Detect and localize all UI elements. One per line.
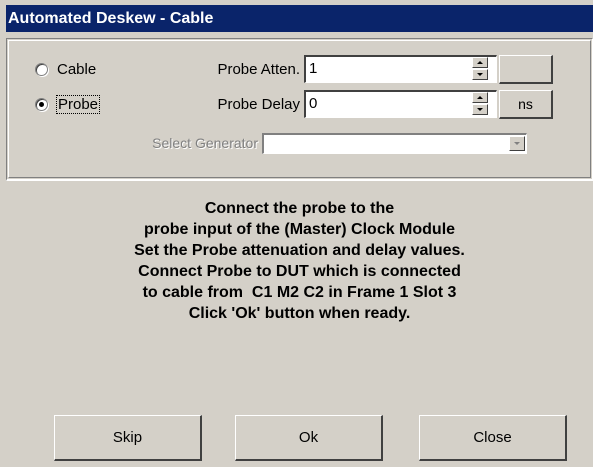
- cable-radio-button[interactable]: [35, 63, 48, 76]
- deskew-dialog: Automated Deskew - Cable Cable Probe Pro…: [0, 0, 593, 467]
- spin-down-icon[interactable]: [472, 104, 488, 115]
- skip-button[interactable]: Skip: [54, 415, 202, 461]
- window-title: Automated Deskew - Cable: [8, 10, 214, 27]
- message-line: to cable from C1 M2 C2 in Frame 1 Slot 3: [142, 284, 457, 301]
- probe-radio-label: Probe: [55, 95, 101, 114]
- close-button[interactable]: Close: [419, 415, 567, 461]
- probe-delay-unit: ns: [499, 90, 553, 119]
- spin-up-icon[interactable]: [472, 92, 488, 103]
- probe-atten-label: Probe Atten.: [217, 61, 300, 78]
- spin-down-icon[interactable]: [472, 69, 488, 80]
- probe-delay-spinner[interactable]: [472, 92, 490, 116]
- probe-atten-unit: [499, 55, 553, 84]
- probe-radio[interactable]: Probe: [35, 95, 101, 114]
- cable-radio[interactable]: Cable: [35, 61, 96, 78]
- message-line: probe input of the (Master) Clock Module: [143, 221, 456, 238]
- message-line: Set the Probe attenuation and delay valu…: [134, 242, 465, 259]
- probe-delay-input[interactable]: 0: [304, 90, 497, 118]
- select-generator-label: Select Generator: [152, 135, 258, 151]
- probe-atten-spinner[interactable]: [472, 57, 490, 81]
- message-line: Connect Probe to DUT which is connected: [138, 263, 461, 280]
- instruction-message: Connect the probe to the probe input of …: [6, 198, 593, 324]
- cable-radio-label: Cable: [57, 61, 97, 78]
- ok-button[interactable]: Ok: [235, 415, 383, 461]
- chevron-down-icon[interactable]: [509, 136, 525, 151]
- message-line: Click 'Ok' button when ready.: [188, 305, 411, 322]
- message-line: Connect the probe to the: [204, 200, 395, 217]
- select-generator-combo[interactable]: [262, 133, 527, 154]
- title-bar[interactable]: Automated Deskew - Cable: [6, 5, 593, 32]
- spin-up-icon[interactable]: [472, 57, 488, 68]
- probe-delay-label: Probe Delay: [217, 96, 300, 113]
- probe-atten-input[interactable]: 1: [304, 55, 497, 83]
- probe-radio-button[interactable]: [35, 98, 48, 111]
